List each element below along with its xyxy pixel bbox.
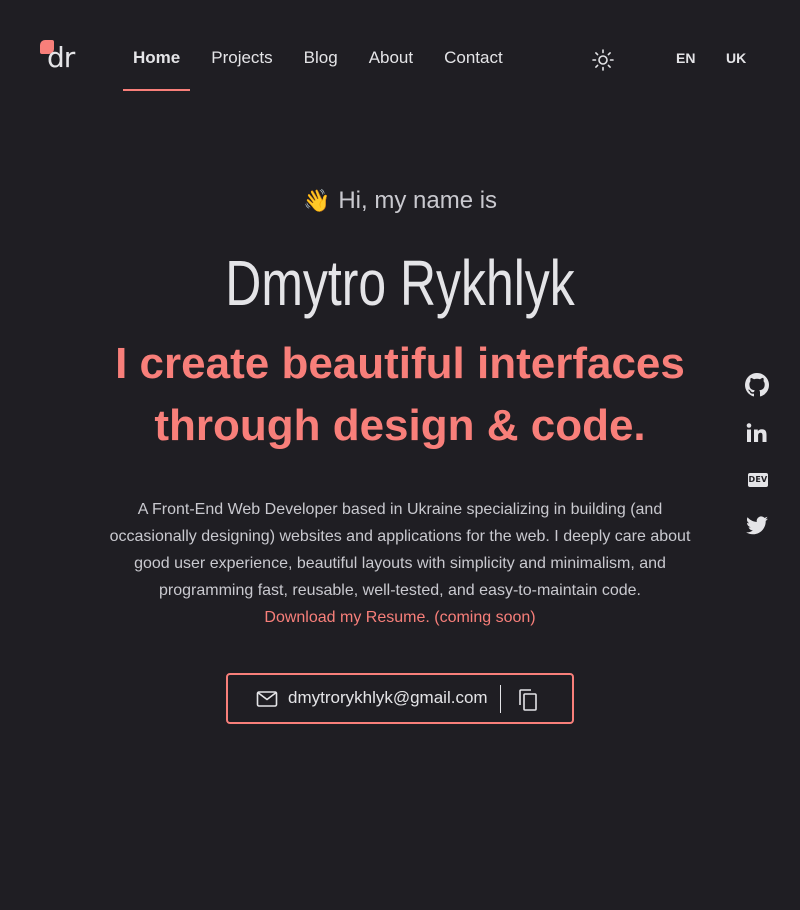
github-icon[interactable]: [745, 373, 769, 397]
email-box: dmytrorykhlyk@gmail.com: [226, 673, 574, 724]
sun-icon[interactable]: [591, 48, 615, 72]
greeting: 👋 Hi, my name is: [0, 187, 800, 215]
tagline: I create beautiful interfaces through de…: [0, 333, 800, 457]
twitter-icon[interactable]: [745, 514, 769, 538]
nav-item-about[interactable]: About: [359, 36, 423, 92]
tagline-line-1: I create beautiful interfaces: [115, 339, 685, 388]
greeting-text: Hi, my name is: [338, 187, 498, 214]
language-en[interactable]: EN: [676, 50, 695, 66]
language-uk[interactable]: UK: [726, 50, 746, 66]
wave-icon: 👋: [302, 188, 331, 213]
dev-icon[interactable]: DEV: [745, 468, 769, 492]
copy-icon[interactable]: [516, 687, 540, 713]
description: A Front-End Web Developer based in Ukrai…: [105, 496, 695, 631]
divider: [500, 685, 501, 713]
email-text[interactable]: dmytrorykhlyk@gmail.com: [288, 688, 488, 708]
resume-link[interactable]: Download my Resume. (coming soon): [105, 604, 695, 631]
description-text: A Front-End Web Developer based in Ukrai…: [109, 501, 691, 599]
nav-item-contact[interactable]: Contact: [434, 36, 513, 92]
main-nav: Home Projects Blog About Contact: [123, 36, 524, 92]
site-header: dr Home Projects Blog About Contact EN U…: [0, 0, 800, 92]
tagline-line-2: through design & code.: [154, 401, 646, 450]
mail-icon: [256, 689, 278, 709]
logo[interactable]: dr: [40, 40, 76, 74]
logo-text: dr: [47, 41, 75, 74]
nav-item-blog[interactable]: Blog: [294, 36, 348, 92]
nav-item-home[interactable]: Home: [123, 36, 191, 92]
nav-item-projects[interactable]: Projects: [201, 36, 282, 92]
linkedin-icon[interactable]: [745, 421, 769, 445]
dev-label: DEV: [748, 473, 768, 487]
page-title: Dmytro Rykhlyk: [225, 247, 575, 319]
